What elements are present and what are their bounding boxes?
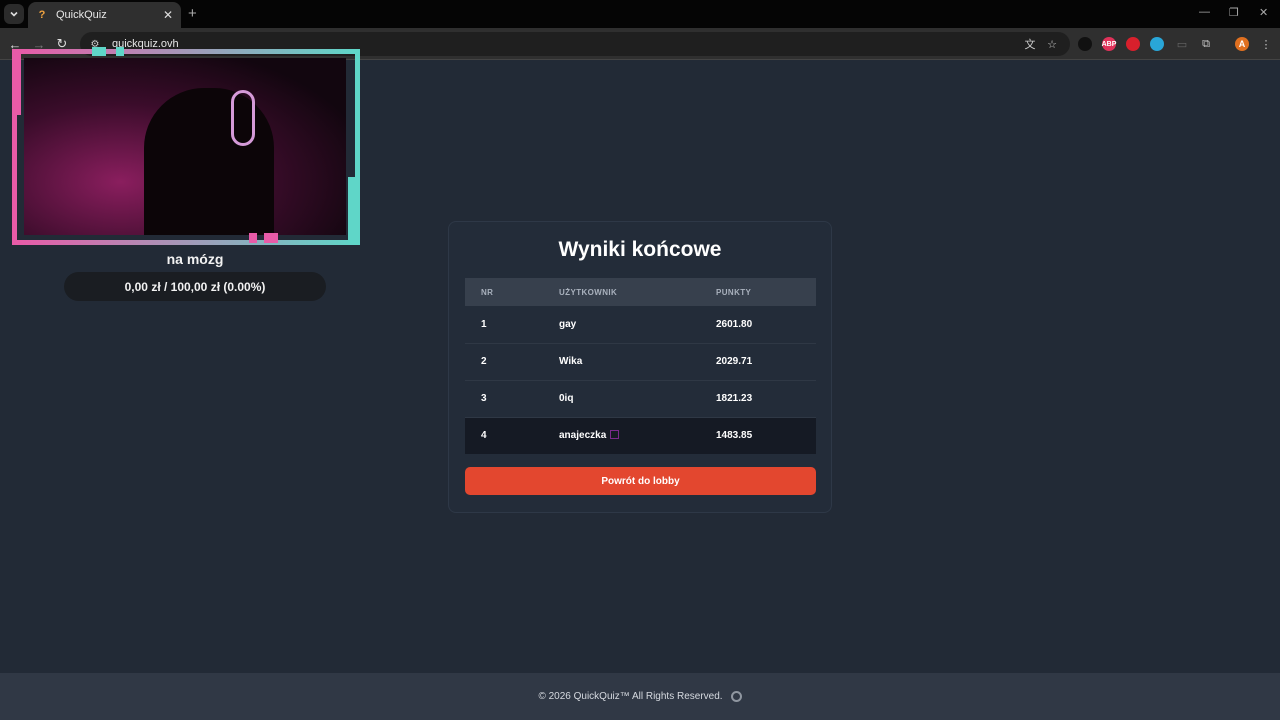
row-rank: 4	[465, 417, 543, 454]
browser-tabbar: ? QuickQuiz ✕ + — ❐ ✕	[0, 0, 1280, 28]
results-card: Wyniki końcowe NR UŻYTKOWNIK PUNKTY 1 ga…	[448, 221, 832, 513]
extension-disabled-icon[interactable]: ▭	[1175, 37, 1189, 51]
row-points: 1483.85	[700, 417, 816, 454]
record-icon[interactable]	[1126, 37, 1140, 51]
frame-deco	[92, 47, 106, 56]
translate-ext-icon[interactable]	[1150, 37, 1164, 51]
webcam-frame	[12, 49, 360, 245]
table-row: 1 gay 2601.80	[465, 306, 816, 344]
page-footer: © 2026 QuickQuiz™ All Rights Reserved.	[0, 673, 1280, 720]
new-tab-button[interactable]: +	[188, 6, 197, 22]
user-badge-icon	[610, 430, 620, 440]
ext-dark-icon[interactable]	[1078, 37, 1092, 51]
favicon-icon: ?	[38, 9, 46, 21]
browser-tab[interactable]: ? QuickQuiz ✕	[28, 2, 181, 28]
browser-menu-icon[interactable]: ⋮	[1259, 37, 1273, 51]
row-username: Wika	[543, 343, 700, 381]
minimize-button[interactable]: —	[1199, 6, 1210, 18]
row-username: 0iq	[543, 380, 700, 418]
donation-goal-bar: 0,00 zł / 100,00 zł (0.00%)	[64, 272, 326, 301]
chevron-down-icon	[10, 11, 18, 17]
row-username: anajeczka	[559, 430, 607, 442]
profile-avatar[interactable]: A	[1235, 37, 1249, 51]
column-header-nr: NR	[465, 278, 543, 306]
row-points: 2029.71	[700, 343, 816, 381]
row-username: gay	[543, 306, 700, 344]
footer-copyright: © 2026 QuickQuiz™ All Rights Reserved.	[538, 691, 723, 702]
translate-icon[interactable]: 文	[1023, 37, 1037, 51]
github-icon[interactable]	[730, 691, 742, 702]
table-row: 2 Wika 2029.71	[465, 343, 816, 381]
table-header-row: NR UŻYTKOWNIK PUNKTY	[465, 278, 816, 306]
row-rank: 1	[465, 306, 543, 344]
webcam-overlay	[12, 47, 360, 245]
frame-deco	[249, 233, 257, 243]
tab-search-button[interactable]	[4, 4, 24, 24]
tab-title: QuickQuiz	[56, 9, 107, 21]
back-to-lobby-button[interactable]: Powrót do lobby	[465, 467, 816, 495]
row-points: 1821.23	[700, 380, 816, 418]
column-header-points: PUNKTY	[700, 278, 816, 306]
row-rank: 3	[465, 380, 543, 418]
extensions-puzzle-icon[interactable]: ⧉	[1199, 37, 1213, 51]
results-title: Wyniki końcowe	[558, 238, 722, 261]
restore-button[interactable]: ❐	[1229, 6, 1239, 19]
row-rank: 2	[465, 343, 543, 381]
abp-icon[interactable]: ABP	[1102, 37, 1116, 51]
results-table: NR UŻYTKOWNIK PUNKTY 1 gay 2601.80 2 Wik…	[465, 278, 816, 454]
frame-deco	[348, 177, 358, 243]
frame-deco	[12, 49, 21, 115]
row-points: 2601.80	[700, 306, 816, 344]
row-username-cell: anajeczka	[543, 417, 700, 454]
close-tab-icon[interactable]: ✕	[163, 8, 173, 22]
window-close-button[interactable]: ✕	[1259, 6, 1268, 19]
table-row: 3 0iq 1821.23	[465, 380, 816, 418]
streamer-name: na mózg	[166, 251, 224, 267]
table-row-current-user: 4 anajeczka 1483.85	[465, 417, 816, 454]
column-header-user: UŻYTKOWNIK	[543, 278, 700, 306]
frame-deco	[264, 233, 278, 243]
bookmark-star-icon[interactable]: ☆	[1045, 37, 1059, 51]
frame-deco	[116, 47, 124, 56]
